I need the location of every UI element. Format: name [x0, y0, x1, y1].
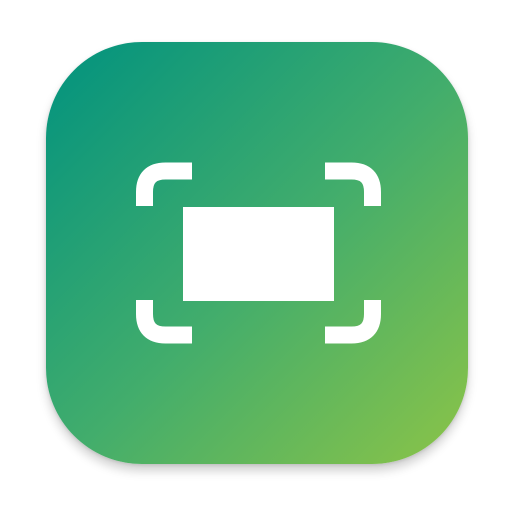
corner-bottom-left-icon [136, 300, 192, 344]
capture-area-icon [183, 207, 334, 301]
icon-canvas [0, 0, 512, 512]
corner-top-right-icon [325, 162, 381, 206]
corner-top-left-icon [136, 162, 192, 206]
screenshot-capture-icon [136, 162, 381, 344]
app-icon-tile[interactable] [46, 42, 468, 464]
corner-bottom-right-icon [325, 300, 381, 344]
